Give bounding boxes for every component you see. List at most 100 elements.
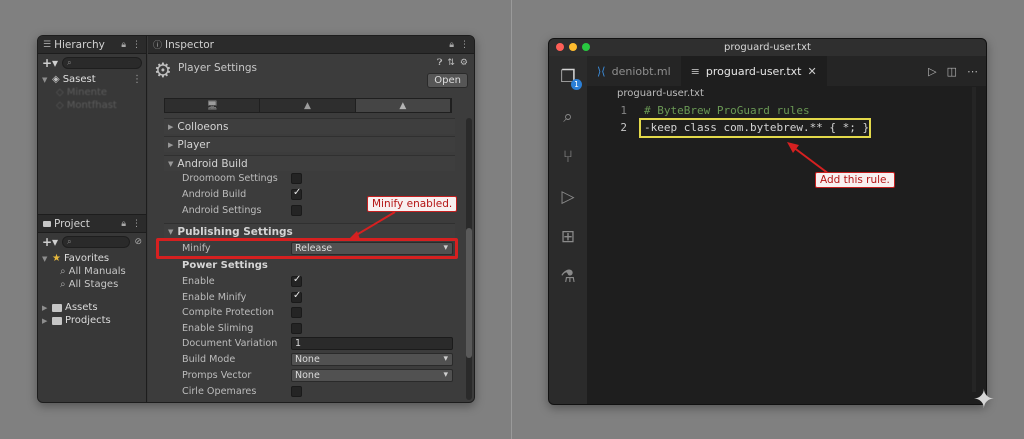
folder-label: Prodjects (65, 315, 111, 326)
close-tab-icon[interactable]: ✕ (807, 65, 816, 78)
explorer-badge: 1 (571, 79, 582, 90)
promps-vector-label: Promps Vector (182, 370, 252, 381)
foldout-collections[interactable]: ▶ Colloeons (164, 118, 455, 134)
run-debug-icon[interactable]: ▷ (557, 186, 579, 208)
inspector-scrollbar[interactable] (466, 118, 472, 400)
favorites-item[interactable]: ⌕ All Manuals (42, 265, 142, 278)
android-settings-checkbox[interactable] (291, 205, 302, 216)
minimize-window-button[interactable] (569, 43, 577, 51)
favorites-label: Favorites (63, 253, 110, 264)
tab-project[interactable]: Project (43, 218, 90, 230)
compite-protection-checkbox[interactable] (291, 307, 302, 318)
favorites-row[interactable]: ▼ ★ Favorites (42, 252, 142, 265)
foldout-player[interactable]: ▶ Player (164, 136, 455, 152)
folder-icon (43, 220, 51, 227)
build-mode-dropdown[interactable]: None (291, 353, 453, 366)
droomoom-settings-checkbox[interactable] (291, 173, 302, 184)
split-editor-icon[interactable]: ◫ (947, 65, 957, 78)
close-window-button[interactable] (556, 43, 564, 51)
lock-icon[interactable]: 🔒︎ (121, 40, 126, 50)
setting-label: Android Build (182, 189, 247, 200)
tab-platform-android[interactable]: ▲ (260, 99, 356, 112)
collapsed-arrow-icon: ▶ (168, 122, 174, 131)
enable-checkbox[interactable] (291, 274, 302, 287)
editor-scrollbar[interactable] (972, 87, 976, 392)
more-icon[interactable]: ⋮ (460, 40, 469, 50)
collapsed-arrow-icon: ▶ (168, 140, 174, 149)
visibility-icon[interactable]: ⊘ (134, 237, 142, 247)
setting-label: Android Settings (182, 205, 262, 216)
hierarchy-search-input[interactable]: ⌕ (62, 56, 142, 69)
more-icon[interactable]: ⋮ (132, 40, 141, 50)
expand-arrow-icon[interactable]: ▼ (42, 76, 49, 84)
tab-hierarchy[interactable]: ☰ Hierarchy (43, 39, 105, 51)
promps-vector-dropdown[interactable]: None (291, 369, 453, 382)
folder-icon (52, 316, 62, 325)
help-icon[interactable]: ❓︎ (437, 58, 442, 68)
tab-platform-standalone[interactable]: 🖥︎ (165, 99, 261, 112)
foldout-player-label: Player (177, 138, 211, 151)
cirle-opemares-checkbox[interactable] (291, 386, 302, 397)
document-variation-label: Document Variation (182, 338, 278, 349)
open-button[interactable]: Open (427, 73, 468, 88)
lock-icon[interactable]: 🔒︎ (449, 40, 454, 50)
tab-deniobt[interactable]: ⟩⟨ deniobt.ml (587, 56, 681, 86)
source-control-icon[interactable]: ⑂ (557, 146, 579, 168)
tab-inspector[interactable]: ⓘ Inspector (153, 38, 214, 52)
android-build-checkbox[interactable] (291, 187, 302, 200)
folder-projects[interactable]: ▶ Prodjects (42, 314, 142, 327)
vscode-file-icon: ⟩⟨ (597, 64, 606, 78)
scene-row[interactable]: ▼ ◈ Sasest ⋮ (42, 73, 142, 86)
setting-label: Compite Protection (182, 307, 274, 318)
line-number: 1 (620, 104, 627, 117)
favorites-item[interactable]: ⌕ All Stages (42, 278, 142, 291)
more-icon[interactable]: ⋮ (132, 219, 141, 229)
more-actions-icon[interactable]: ⋯ (967, 65, 978, 78)
enable-minify-checkbox[interactable] (291, 290, 302, 303)
testing-flask-icon[interactable]: ⚗ (557, 266, 579, 288)
build-mode-label: Build Mode (182, 354, 236, 365)
lock-icon[interactable]: 🔒︎ (121, 219, 126, 229)
run-icon[interactable]: ▷ (928, 65, 936, 78)
text-file-icon: ≡ (690, 64, 700, 78)
foldout-android-build[interactable]: ▼ Android Build (164, 155, 455, 171)
panel-divider (511, 0, 512, 439)
project-tabbar: Project 🔒︎ ⋮ (38, 215, 146, 233)
enable-sliming-checkbox[interactable] (291, 323, 302, 334)
scene-menu-icon[interactable]: ⋮ (132, 74, 142, 85)
preset-icon[interactable]: ⇅ (447, 58, 455, 68)
inspector-tab-label: Inspector (165, 38, 214, 51)
add-button[interactable]: +▾ (42, 235, 58, 249)
platform-tabs: 🖥︎ ▲ ▲ (164, 98, 452, 113)
hierarchy-item[interactable]: ◇ Montfhast (42, 99, 142, 112)
add-button[interactable]: +▾ (42, 56, 58, 70)
folder-assets[interactable]: ▶ Assets (42, 301, 142, 314)
cirle-opemares-label: Cirle Opemares (182, 386, 257, 397)
expanded-arrow-icon: ▼ (168, 227, 174, 236)
setting-label: Enable Minify (182, 292, 247, 303)
expand-arrow-icon[interactable]: ▶ (42, 317, 49, 325)
folder-icon (52, 303, 62, 312)
gameobject-icon: ◇ (56, 100, 64, 111)
hierarchy-item[interactable]: ◇ Minente (42, 86, 142, 99)
project-search-input[interactable]: ⌕ (62, 235, 131, 248)
breadcrumb[interactable]: proguard-user.txt (617, 88, 704, 99)
scrollbar-thumb[interactable] (466, 228, 472, 358)
search-icon: ⌕ (60, 266, 66, 277)
star-icon: ★ (52, 253, 61, 264)
tab-platform-android-selected[interactable]: ▲ (355, 99, 451, 112)
callout-arrow (347, 211, 396, 241)
maximize-window-button[interactable] (582, 43, 590, 51)
inspector-panel: ⓘ Inspector 🔒︎ ⋮ ⚙ Player Settings ❓︎ ⇅ … (148, 36, 474, 402)
extensions-icon[interactable]: ⊞ (557, 226, 579, 248)
expand-arrow-icon[interactable]: ▼ (42, 255, 49, 263)
code-line[interactable]: # ByteBrew ProGuard rules (644, 104, 810, 117)
unity-scene-icon: ◈ (52, 74, 60, 85)
explorer-icon[interactable]: ❐ 1 (557, 66, 582, 90)
expand-arrow-icon[interactable]: ▶ (42, 304, 49, 312)
publishing-settings-header: Publishing Settings (177, 225, 293, 238)
settings-icon[interactable]: ⚙ (460, 58, 468, 68)
document-variation-field[interactable]: 1 (291, 337, 453, 350)
tab-proguard-user[interactable]: ≡ proguard-user.txt ✕ (680, 56, 827, 86)
search-icon[interactable]: ⌕ (557, 106, 579, 128)
